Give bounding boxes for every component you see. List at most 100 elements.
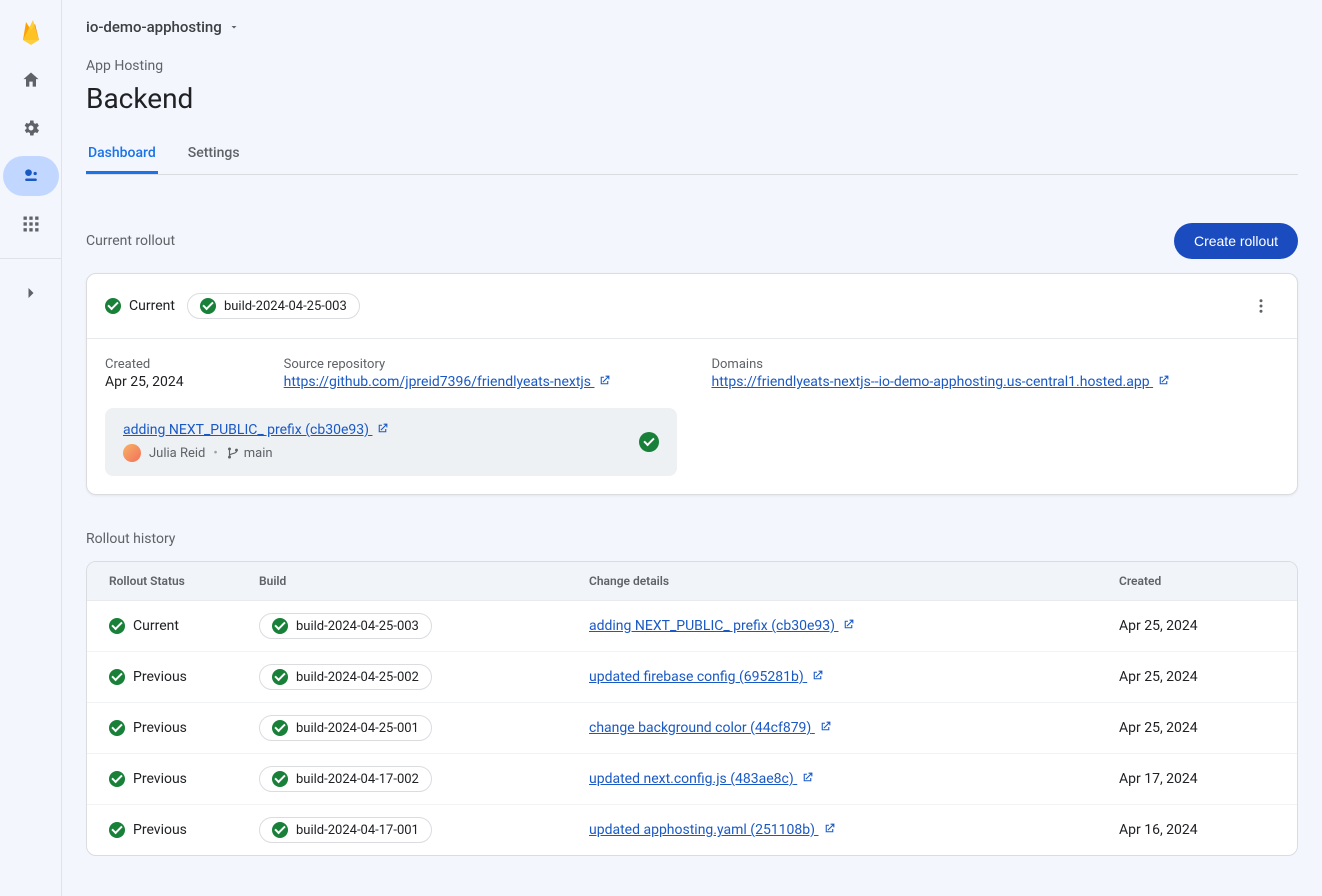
external-link-icon (842, 618, 855, 631)
gear-icon[interactable] (11, 108, 51, 148)
expand-nav-icon[interactable] (11, 273, 51, 313)
row-created: Apr 25, 2024 (1097, 601, 1297, 652)
created-label: Created (105, 357, 184, 372)
check-circle-icon (109, 720, 125, 736)
source-repo-link[interactable]: https://github.com/jpreid7396/friendlyea… (284, 374, 612, 390)
external-link-icon (598, 374, 611, 387)
sidebar-separator (0, 258, 62, 259)
col-header-created: Created (1097, 562, 1297, 601)
external-link-icon (823, 822, 836, 835)
home-icon[interactable] (11, 60, 51, 100)
project-selector[interactable]: io-demo-apphosting (86, 12, 1298, 42)
external-link-icon (819, 720, 832, 733)
check-circle-icon (272, 771, 288, 787)
row-build: build-2024-04-25-002 (296, 670, 419, 685)
row-status: Current (133, 618, 179, 634)
table-row[interactable]: Previous build-2024-04-17-001 updated apph… (87, 805, 1297, 856)
apps-grid-icon[interactable] (11, 204, 51, 244)
domain-link[interactable]: https://friendlyeats-nextjs--io-demo-app… (711, 374, 1170, 390)
check-circle-icon (105, 298, 121, 314)
build-chip[interactable]: build-2024-04-25-003 (259, 613, 432, 639)
table-row[interactable]: Current build-2024-04-25-003 adding NEXT_P… (87, 601, 1297, 652)
check-circle-icon (272, 720, 288, 736)
row-build: build-2024-04-25-001 (296, 721, 419, 736)
commit-link[interactable]: adding NEXT_PUBLIC_ prefix (cb30e93) (123, 422, 389, 438)
current-rollout-label: Current rollout (86, 233, 175, 249)
change-link[interactable]: updated next.config.js (483ae8c) (589, 771, 814, 787)
table-row[interactable]: Previous build-2024-04-17-002 updated next… (87, 754, 1297, 805)
project-name: io-demo-apphosting (86, 18, 222, 36)
page-title: Backend (86, 82, 1298, 115)
col-header-change: Change details (567, 562, 1097, 601)
row-build: build-2024-04-17-001 (296, 823, 419, 838)
row-created: Apr 17, 2024 (1097, 754, 1297, 805)
check-circle-icon (200, 298, 216, 314)
rollout-history-table: Rollout Status Build Change details Crea… (86, 561, 1298, 856)
tab-dashboard[interactable]: Dashboard (86, 135, 158, 174)
external-link-icon (376, 422, 389, 435)
external-link-icon (801, 771, 814, 784)
row-created: Apr 25, 2024 (1097, 652, 1297, 703)
build-chip[interactable]: build-2024-04-25-003 (187, 293, 360, 319)
check-circle-icon (272, 822, 288, 838)
main-content: io-demo-apphosting App Hosting Backend D… (62, 0, 1322, 896)
row-change: adding NEXT_PUBLIC_ prefix (cb30e93) (589, 618, 835, 634)
row-change: updated apphosting.yaml (251108b) (589, 822, 815, 838)
table-row[interactable]: Previous build-2024-04-25-002 updated fire… (87, 652, 1297, 703)
commit-summary: adding NEXT_PUBLIC_ prefix (cb30e93) Jul… (105, 408, 677, 476)
col-header-status: Rollout Status (87, 562, 237, 601)
check-circle-icon (272, 669, 288, 685)
change-link[interactable]: adding NEXT_PUBLIC_ prefix (cb30e93) (589, 618, 855, 634)
created-value: Apr 25, 2024 (105, 374, 184, 390)
more-vert-icon (1252, 297, 1270, 315)
check-circle-icon (639, 432, 659, 452)
build-chip-label: build-2024-04-25-003 (224, 299, 347, 314)
build-chip[interactable]: build-2024-04-17-001 (259, 817, 432, 843)
row-build: build-2024-04-17-002 (296, 772, 419, 787)
row-status: Previous (133, 771, 187, 787)
col-header-build: Build (237, 562, 567, 601)
build-chip[interactable]: build-2024-04-25-001 (259, 715, 432, 741)
build-chip[interactable]: build-2024-04-25-002 (259, 664, 432, 690)
rollout-history-label: Rollout history (86, 531, 1298, 547)
row-status: Previous (133, 720, 187, 736)
author-avatar-icon (123, 444, 141, 462)
left-nav (0, 0, 62, 896)
dropdown-caret-icon (228, 21, 240, 33)
change-link[interactable]: change background color (44cf879) (589, 720, 832, 736)
commit-author: Julia Reid (149, 446, 205, 461)
check-circle-icon (109, 822, 125, 838)
check-circle-icon (109, 669, 125, 685)
repo-label: Source repository (284, 357, 612, 372)
tab-bar: Dashboard Settings (86, 135, 1298, 175)
row-build: build-2024-04-25-003 (296, 619, 419, 634)
rollout-status-value: Current (129, 298, 175, 314)
external-link-icon (1157, 374, 1170, 387)
row-change: updated firebase config (695281b) (589, 669, 804, 685)
build-chip[interactable]: build-2024-04-17-002 (259, 766, 432, 792)
row-change: updated next.config.js (483ae8c) (589, 771, 794, 787)
app-hosting-nav-icon[interactable] (3, 156, 59, 196)
separator-dot: • (213, 446, 217, 461)
create-rollout-button[interactable]: Create rollout (1174, 223, 1298, 259)
row-change: change background color (44cf879) (589, 720, 811, 736)
git-branch-icon (226, 446, 240, 460)
check-circle-icon (272, 618, 288, 634)
row-status: Previous (133, 822, 187, 838)
check-circle-icon (109, 771, 125, 787)
external-link-icon (811, 669, 824, 682)
row-created: Apr 16, 2024 (1097, 805, 1297, 856)
current-rollout-card: Current build-2024-04-25-003 Created Apr… (86, 273, 1298, 495)
change-link[interactable]: updated apphosting.yaml (251108b) (589, 822, 836, 838)
table-row[interactable]: Previous build-2024-04-25-001 change backg… (87, 703, 1297, 754)
change-link[interactable]: updated firebase config (695281b) (589, 669, 824, 685)
row-status: Previous (133, 669, 187, 685)
tab-settings[interactable]: Settings (186, 135, 242, 174)
domains-label: Domains (711, 357, 1170, 372)
commit-branch: main (244, 446, 273, 461)
check-circle-icon (109, 618, 125, 634)
breadcrumb: App Hosting (86, 58, 1298, 74)
more-menu-button[interactable] (1243, 288, 1279, 324)
firebase-logo-icon[interactable] (11, 12, 51, 52)
row-created: Apr 25, 2024 (1097, 703, 1297, 754)
